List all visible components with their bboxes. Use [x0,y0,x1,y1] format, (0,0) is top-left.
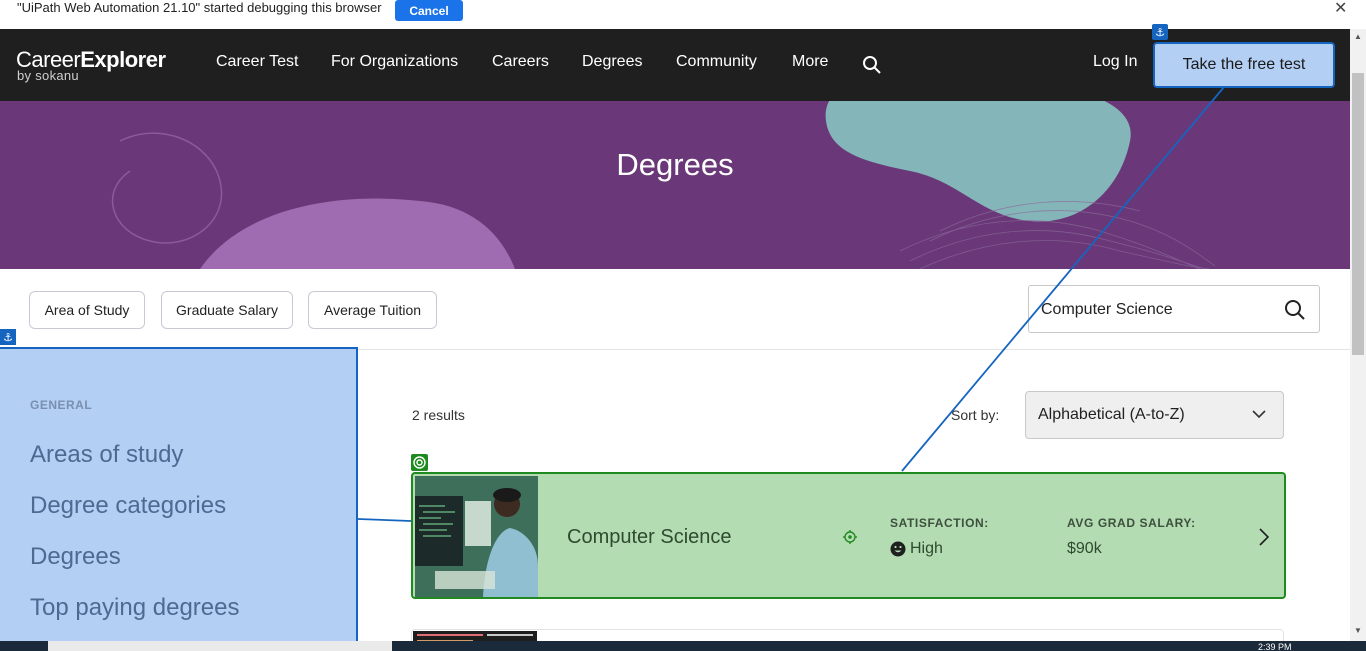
sort-select[interactable]: Alphabetical (A-to-Z) [1025,391,1284,439]
scrollbar-thumb[interactable] [1352,73,1364,355]
filter-graduate-salary[interactable]: Graduate Salary [161,291,293,329]
cancel-debug-button[interactable]: Cancel [395,0,463,21]
chevron-right-icon[interactable] [1259,528,1269,546]
sidebar-item-areas-of-study[interactable]: Areas of study [30,441,183,469]
target-anchor-icon [411,454,428,471]
scroll-up-icon[interactable]: ▲ [1354,32,1362,41]
scroll-down-icon[interactable]: ▼ [1354,626,1362,635]
sidebar-item-degree-categories[interactable]: Degree categories [30,492,226,520]
chevron-down-icon [1252,410,1266,419]
hero-decoration [111,101,1216,269]
nav-item-careers[interactable]: Careers [492,53,549,71]
close-icon[interactable]: ✕ [1334,0,1347,18]
sidebar-item-degrees[interactable]: Degrees [30,543,121,571]
filter-area-of-study[interactable]: Area of Study [29,291,145,329]
salary-label: AVG GRAD SALARY: [1067,516,1196,530]
search-icon[interactable] [1284,299,1306,321]
top-navigation: CareerExplorer by sokanu Career Test For… [0,29,1350,101]
taskbar-clock: 2:39 PM [1258,642,1292,651]
nav-item-for-organizations[interactable]: For Organizations [331,53,458,71]
debug-message: "UiPath Web Automation 21.10" started de… [17,0,382,15]
nav-item-community[interactable]: Community [676,53,757,71]
results-count: 2 results [412,407,465,423]
search-icon[interactable] [862,55,882,75]
careerexplorer-logo[interactable]: CareerExplorer by sokanu [16,47,166,83]
page-title: Degrees [616,147,734,182]
page: "UiPath Web Automation 21.10" started de… [0,0,1366,651]
satisfaction-text: High [910,540,943,557]
logo-text-explorer: Explorer [80,47,166,72]
hero-banner: Degrees [0,101,1350,269]
degree-search-input[interactable] [1041,299,1271,321]
anchor-icon: ⚓ [1152,24,1168,40]
os-taskbar: 2:39 PM [0,641,1366,651]
smiley-icon [890,541,906,557]
take-free-test-button[interactable]: Take the free test [1153,42,1335,88]
sort-selected-value: Alphabetical (A-to-Z) [1038,406,1185,423]
target-icon [843,530,857,544]
nav-item-career-test[interactable]: Career Test [216,53,298,71]
anchor-icon: ⚓ [0,329,16,345]
sort-label: Sort by: [951,407,1000,423]
satisfaction-value: High [890,540,943,558]
taskbar-search-field[interactable] [48,641,392,651]
satisfaction-label: SATISFACTION: [890,516,989,530]
degree-card-computer-science[interactable]: Computer Science SATISFACTION: High AVG … [411,472,1286,599]
logo-subtitle: by sokanu [17,68,79,83]
nav-item-more[interactable]: More [792,53,828,71]
login-link[interactable]: Log In [1093,53,1137,71]
sidebar-heading: GENERAL [30,398,93,412]
filter-average-tuition[interactable]: Average Tuition [308,291,437,329]
salary-value: $90k [1067,540,1102,557]
degree-thumbnail-image [415,476,538,597]
degree-title: Computer Science [567,526,732,548]
page-scrollbar[interactable]: ▲ ▼ [1350,29,1366,651]
nav-item-degrees[interactable]: Degrees [582,53,642,71]
sidebar-item-top-paying-degrees[interactable]: Top paying degrees [30,594,239,622]
degree-search-box [1028,285,1320,333]
